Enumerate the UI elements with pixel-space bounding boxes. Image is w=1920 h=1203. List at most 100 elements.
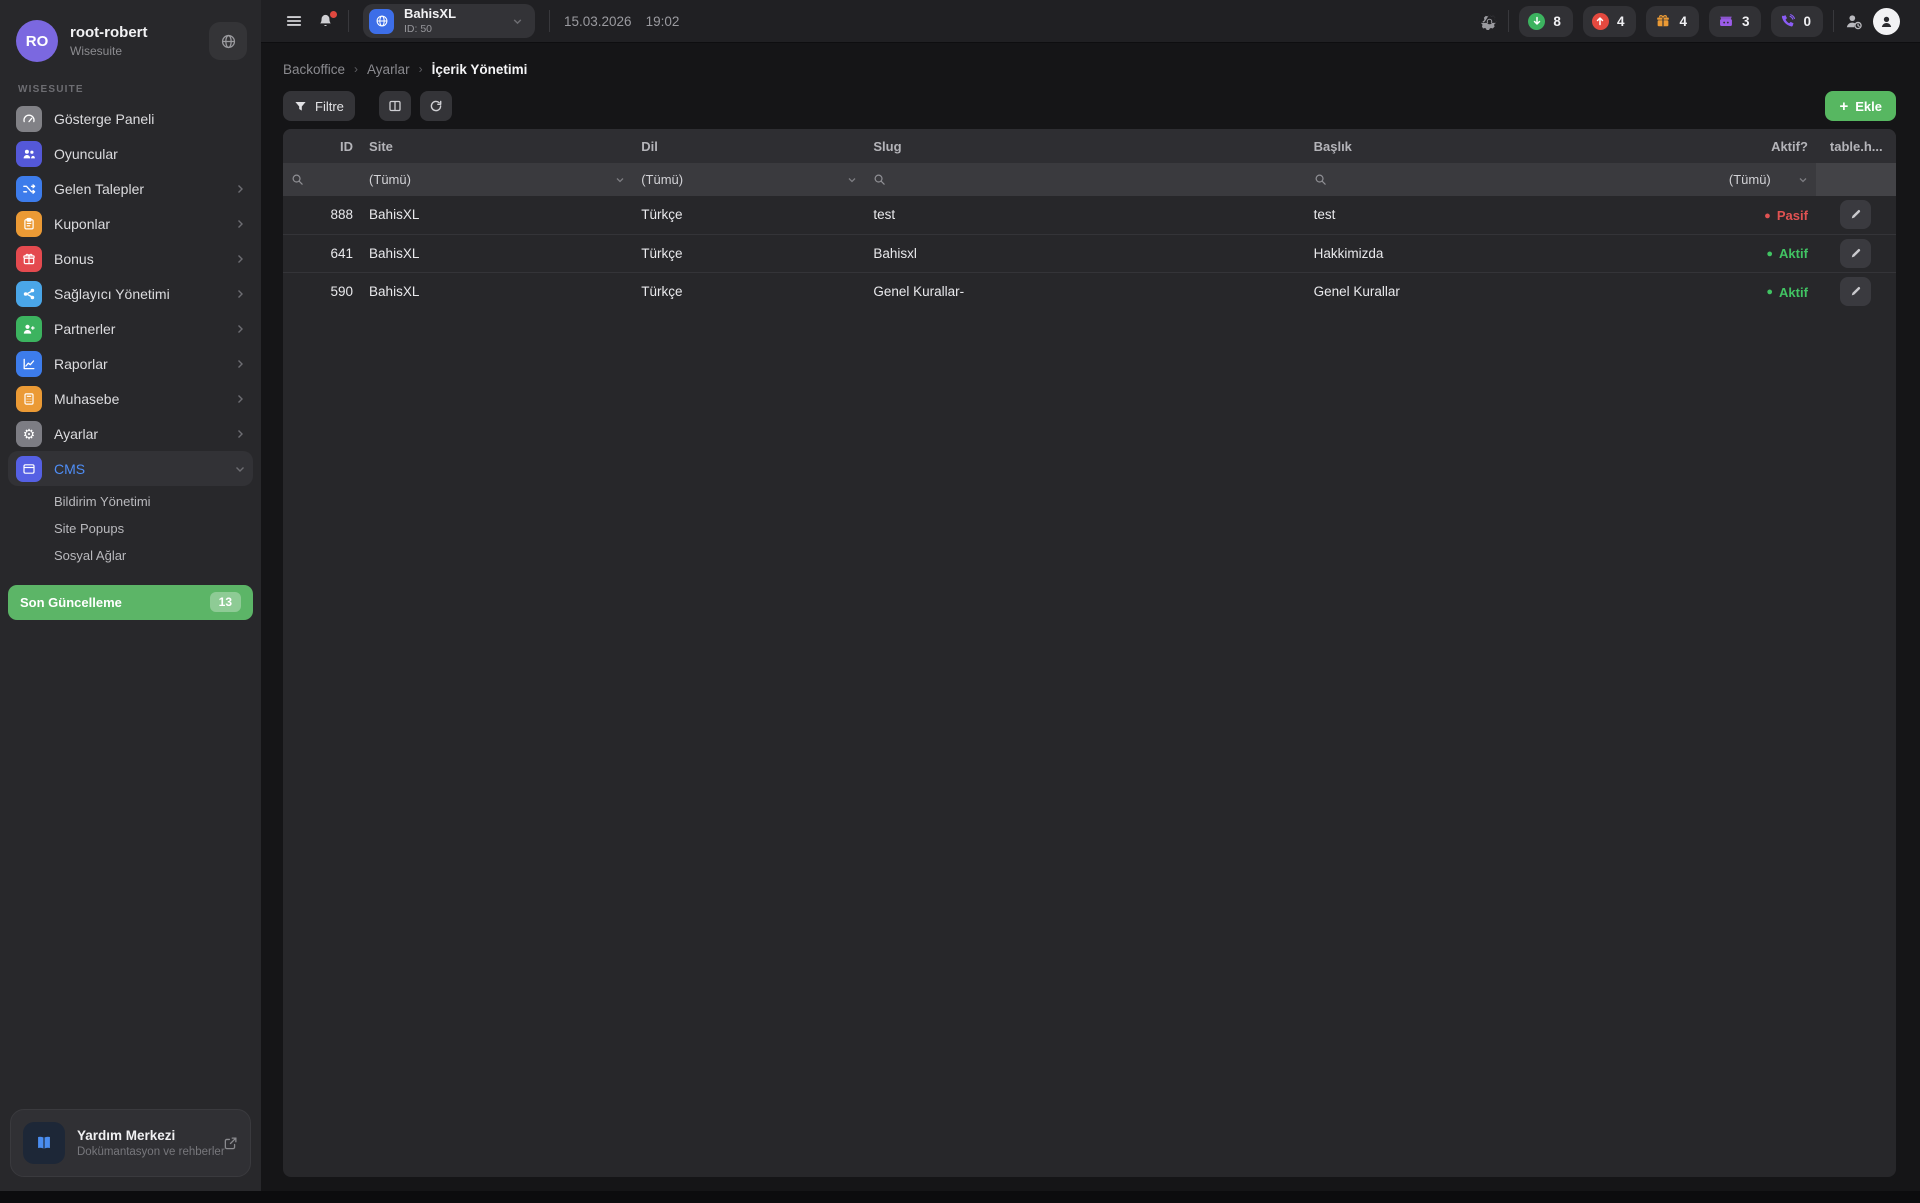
help-title: Yardım Merkezi: [77, 1128, 211, 1143]
user-name: root-robert: [70, 24, 197, 41]
sidebar-item-saglayici-yonetimi[interactable]: Sağlayıcı Yönetimi: [8, 276, 253, 311]
filter-slug[interactable]: [865, 163, 1305, 196]
col-header-aktif[interactable]: Aktif?: [1721, 129, 1816, 163]
cell-site: BahisXL: [361, 234, 633, 272]
cell-baslik: Hakkimizda: [1306, 234, 1721, 272]
col-header-slug[interactable]: Slug: [865, 129, 1305, 163]
submenu-item-sosyal-aglar[interactable]: Sosyal Ağlar: [8, 542, 253, 569]
table-row[interactable]: 590 BahisXL Türkçe Genel Kurallar- Genel…: [283, 272, 1896, 310]
sidebar-item-kuponlar[interactable]: Kuponlar: [8, 206, 253, 241]
son-guncelleme-button[interactable]: Son Güncelleme 13: [8, 585, 253, 620]
filter-aktif-select[interactable]: (Tümü): [1721, 163, 1816, 196]
search-icon: [291, 173, 304, 186]
submenu-item-bildirim-yonetimi[interactable]: Bildirim Yönetimi: [8, 488, 253, 515]
submenu-item-menu-yonetimi[interactable]: Menü Yönetimi: [8, 569, 253, 575]
cell-baslik: test: [1306, 196, 1721, 234]
notifications-bell-button[interactable]: [317, 13, 334, 30]
chevron-right-icon: [235, 394, 245, 404]
sidebar-item-bonus[interactable]: Bonus: [8, 241, 253, 276]
site-selector[interactable]: BahisXL ID: 50: [363, 4, 535, 38]
sidebar-item-muhasebe[interactable]: Muhasebe: [8, 381, 253, 416]
gift-icon: [1655, 13, 1671, 29]
sidebar-item-oyuncular[interactable]: Oyuncular: [8, 136, 253, 171]
status-dot-icon: ●: [1764, 210, 1771, 222]
refresh-button[interactable]: [420, 91, 452, 121]
content-table-panel: ID Site Dil Slug Başlık Aktif? table.h..…: [283, 129, 1896, 1177]
sidebar-item-cms[interactable]: CMS: [8, 451, 253, 486]
users-icon: [16, 141, 42, 167]
clipboard-icon: [16, 211, 42, 237]
cell-baslik: Genel Kurallar: [1306, 272, 1721, 310]
withdrawals-badge[interactable]: 4: [1583, 6, 1637, 37]
deposits-badge[interactable]: 8: [1519, 6, 1573, 37]
chevron-down-icon: [847, 175, 857, 185]
columns-icon: [388, 99, 402, 113]
content-table: ID Site Dil Slug Başlık Aktif? table.h..…: [283, 129, 1896, 310]
filter-baslik[interactable]: [1306, 163, 1721, 196]
breadcrumb: Backoffice › Ayarlar › İçerik Yönetimi: [283, 55, 1896, 83]
hamburger-menu-button[interactable]: [285, 12, 303, 30]
edit-button[interactable]: [1840, 277, 1871, 306]
user-avatar[interactable]: RO: [16, 20, 58, 62]
chevron-right-icon: [235, 429, 245, 439]
cell-actions: [1816, 196, 1896, 234]
sidebar-item-gosterge-paneli[interactable]: Gösterge Paneli: [8, 101, 253, 136]
sidebar-item-gelen-talepler[interactable]: Gelen Talepler: [8, 171, 253, 206]
bonus-requests-badge[interactable]: 4: [1646, 6, 1699, 37]
settings-gear-button[interactable]: [1481, 13, 1498, 30]
col-header-dil[interactable]: Dil: [633, 129, 865, 163]
table-row[interactable]: 641 BahisXL Türkçe Bahisxl Hakkimizda ●A…: [283, 234, 1896, 272]
add-button[interactable]: + Ekle: [1825, 91, 1896, 121]
current-time: 19:02: [646, 14, 680, 29]
cell-actions: [1816, 272, 1896, 310]
gear-icon: ⚙: [16, 421, 42, 447]
cms-submenu: Bildirim Yönetimi Site Popups Sosyal Ağl…: [8, 486, 253, 575]
cell-slug: Genel Kurallar-: [865, 272, 1305, 310]
breadcrumb-ayarlar[interactable]: Ayarlar: [367, 62, 410, 77]
chevron-down-icon: [615, 175, 625, 185]
update-count-badge: 13: [210, 592, 241, 612]
status-badge: ●Aktif: [1766, 246, 1808, 261]
breadcrumb-backoffice[interactable]: Backoffice: [283, 62, 345, 77]
col-header-site[interactable]: Site: [361, 129, 633, 163]
calls-badge[interactable]: 0: [1771, 6, 1823, 37]
refresh-icon: [429, 99, 443, 113]
cell-id: 888: [283, 196, 361, 234]
plus-icon: +: [1839, 99, 1848, 114]
cell-id: 590: [283, 272, 361, 310]
sidebar-item-ayarlar[interactable]: ⚙ Ayarlar: [8, 416, 253, 451]
col-header-id[interactable]: ID: [283, 129, 361, 163]
messages-badge[interactable]: 3: [1709, 6, 1762, 37]
col-header-baslik[interactable]: Başlık: [1306, 129, 1721, 163]
status-dot-icon: ●: [1766, 286, 1773, 298]
column-settings-button[interactable]: [379, 91, 411, 121]
cell-dil: Türkçe: [633, 234, 865, 272]
pencil-icon: [1849, 285, 1862, 298]
sidebar-item-raporlar[interactable]: Raporlar: [8, 346, 253, 381]
withdraw-arrow-up-icon: [1592, 13, 1609, 30]
table-row[interactable]: 888 BahisXL Türkçe test test ●Pasif: [283, 196, 1896, 234]
profile-avatar-button[interactable]: [1873, 8, 1900, 35]
filter-site-select[interactable]: (Tümü): [361, 163, 633, 196]
search-icon: [1314, 173, 1327, 186]
edit-button[interactable]: [1840, 239, 1871, 268]
app-root: RO root-robert Wisesuite WISESUITE Göste…: [0, 0, 1920, 1191]
deposit-arrow-down-icon: [1528, 13, 1545, 30]
cell-dil: Türkçe: [633, 196, 865, 234]
gift-icon: [16, 246, 42, 272]
language-globe-button[interactable]: [209, 22, 247, 60]
breadcrumb-current: İçerik Yönetimi: [432, 62, 528, 77]
sidebar-item-partnerler[interactable]: Partnerler: [8, 311, 253, 346]
col-header-actions[interactable]: table.h...: [1816, 129, 1896, 163]
submenu-item-site-popups[interactable]: Site Popups: [8, 515, 253, 542]
filter-id[interactable]: [283, 163, 361, 196]
filter-button[interactable]: Filtre: [283, 91, 355, 121]
sidebar-nav: Gösterge Paneli Oyuncular Gelen Talepler: [0, 99, 261, 575]
external-link-icon: [223, 1136, 238, 1151]
user-sessions-button[interactable]: [1844, 12, 1863, 31]
cell-status: ●Aktif: [1721, 234, 1816, 272]
filter-dil-select[interactable]: (Tümü): [633, 163, 865, 196]
chevron-right-icon: [235, 359, 245, 369]
help-center-card[interactable]: Yardım Merkezi Dokümantasyon ve rehberle…: [10, 1109, 251, 1177]
edit-button[interactable]: [1840, 200, 1871, 229]
